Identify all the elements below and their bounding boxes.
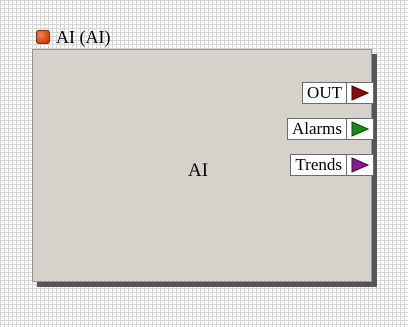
port-trends-label: Trends — [291, 155, 347, 175]
block-label: AI — [188, 160, 209, 181]
status-led-icon — [36, 30, 50, 44]
arrow-right-icon[interactable] — [347, 119, 373, 139]
port-alarms[interactable]: Alarms — [286, 118, 374, 140]
arrow-right-icon[interactable] — [347, 83, 373, 103]
block-header[interactable]: AI (AI) — [36, 26, 110, 48]
port-out-label: OUT — [303, 83, 347, 103]
arrow-right-icon[interactable] — [347, 155, 373, 175]
port-alarms-label: Alarms — [288, 119, 347, 139]
block-title: AI (AI) — [56, 27, 111, 47]
port-out[interactable]: OUT — [302, 82, 374, 104]
port-trends[interactable]: Trends — [290, 154, 374, 176]
